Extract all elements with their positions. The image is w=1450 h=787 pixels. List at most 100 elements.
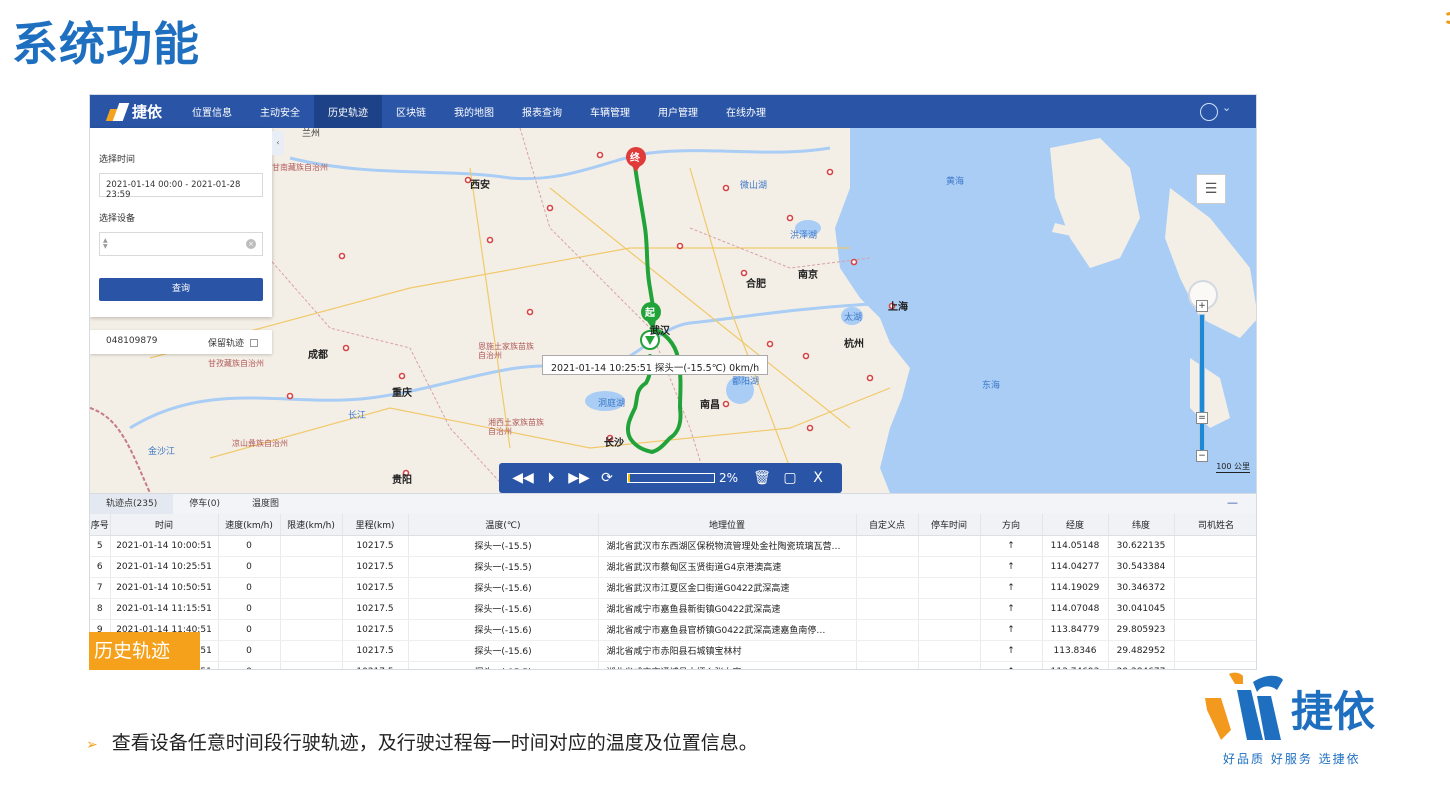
table-row[interactable]: 112021-01-14 12:30:51010217.5探头一(-15.5)湖… [90,661,1256,669]
device-label: 选择设备 [99,214,136,224]
time-range-input[interactable]: 2021-01-14 00:00 - 2021-01-28 23:59 [99,173,263,200]
brand[interactable]: 捷依 [90,95,178,128]
slide: 系统功能 捷依 位置信息 主动安全 历史轨迹 区块链 我的地图 报表查询 车辆管… [0,0,1450,787]
col-mileage[interactable]: 里程(km) [342,514,409,536]
caption-tag: 历史轨迹 [89,632,200,670]
nav-my-map[interactable]: 我的地图 [440,95,508,128]
table-row[interactable]: 102021-01-14 12:05:51010217.5探头一(-15.6)湖… [90,640,1256,662]
table-cell: 2021-01-14 10:00:51 [110,535,219,557]
col-driver-name[interactable]: 司机姓名 [1174,514,1256,536]
play-icon[interactable]: ⏵ [539,468,563,488]
tab-track-points[interactable]: 轨迹点(235) [90,494,174,514]
map-label: 重庆 [392,388,412,399]
table-cell: 0 [218,619,281,641]
table-cell: 10217.5 [342,661,409,669]
nav-report-query[interactable]: 报表查询 [508,95,576,128]
corner-decoration-icon [1444,12,1450,24]
query-button[interactable]: 查询 [99,278,263,301]
col-stop-time[interactable]: 停车时间 [918,514,981,536]
table-cell: 2021-01-14 10:25:51 [110,556,219,578]
tab-parking[interactable]: 停车(0) [173,494,236,514]
table-row[interactable]: 8 2021-01-14 11:15:51 0 10217.5 探头一(-15.6) 湖北… [90,598,1256,620]
logo-slogan: 好品质 好服务 选捷依 [1223,752,1361,766]
map-label: 贵阳 [392,475,412,486]
nav-history-track[interactable]: 历史轨迹 [314,95,383,128]
device-select[interactable]: ▲ ▼ × [99,232,263,256]
map-label: 南昌 [700,400,720,411]
save-icon[interactable]: ▢ [778,468,802,488]
user-avatar-icon[interactable] [1200,101,1231,121]
table-cell: 探头一(-15.5) [408,535,599,557]
playback-progress[interactable] [627,473,715,483]
fast-forward-icon[interactable]: ▶▶ [567,468,591,488]
nav-user-management[interactable]: 用户管理 [644,95,712,128]
keep-track-toggle[interactable]: 保留轨迹 [208,336,258,349]
table-cell [918,619,981,641]
table-cell: 113.8346 [1042,640,1109,662]
col-index[interactable]: 序号 [90,514,111,536]
nav-blockchain[interactable]: 区块链 [382,95,440,128]
brand-name: 捷依 [132,103,163,121]
bullet-point: ➢ 查看设备任意时间段行驶轨迹，及行驶过程每一时间对应的温度及位置信息。 [86,728,758,755]
table-cell: 湖北省武汉市蔡甸区玉贤街道G4京港澳高速 [598,556,857,578]
table-cell: 湖北省咸宁市通城县大坪乡张上高 [598,661,857,669]
table-row[interactable]: 7 2021-01-14 10:50:51 0 10217.5 探头一(-15.6) 湖北… [90,577,1256,599]
table-row[interactable]: 5 2021-01-14 10:00:51 0 10217.5 探头一(-15.5) 湖北… [90,535,1256,557]
table-cell: 5 [90,535,111,557]
playback-bar: ◀◀ ⏵ ▶▶ ⟳ 2% 🗑 ▢ X [499,463,842,493]
table-cell: 探头一(-15.5) [408,556,599,578]
nav-vehicle-management[interactable]: 车辆管理 [576,95,644,128]
map-label: 凉山彝族自治州 [232,439,288,448]
delete-icon[interactable]: 🗑 [750,468,774,488]
minimize-icon[interactable]: — [1227,496,1238,509]
table-row[interactable]: 9 2021-01-14 11:40:51 0 10217.5 探头一(-15.6) 湖北… [90,619,1256,641]
map-label: 东海 [982,381,1001,391]
layer-list-button[interactable]: ☰ [1196,174,1226,204]
keep-track-checkbox[interactable] [250,339,258,347]
col-direction[interactable]: 方向 [980,514,1043,536]
highway-line [469,167,511,449]
col-speed-limit[interactable]: 限速(km/h) [280,514,343,536]
rewind-icon[interactable]: ◀◀ [511,468,535,488]
tab-temperature-chart[interactable]: 温度图 [236,494,295,514]
col-latitude[interactable]: 纬度 [1108,514,1175,536]
col-custom-point[interactable]: 自定义点 [856,514,919,536]
col-temperature[interactable]: 温度(℃) [408,514,599,536]
map-label: 恩施土家族苗族自治州 [478,342,534,360]
col-time[interactable]: 时间 [110,514,219,536]
clear-icon[interactable]: × [246,239,256,249]
nav-location-info[interactable]: 位置信息 [178,95,246,128]
col-speed[interactable]: 速度(km/h) [218,514,281,536]
zoom-out-button[interactable]: − [1196,450,1208,462]
map-label: 杭州 [844,339,864,350]
map-label: 南京 [798,270,818,281]
col-longitude[interactable]: 经度 [1042,514,1109,536]
table-cell: 10217.5 [342,640,409,662]
zoom-slider[interactable] [1199,314,1205,462]
nav-online-service[interactable]: 在线办理 [712,95,780,128]
export-excel-icon[interactable]: X [806,468,830,488]
table-cell [1174,556,1256,578]
logo-name: 捷依 [1291,687,1376,736]
end-marker-label: 终 [630,153,640,164]
map-label: 甘孜藏族自治州 [208,359,264,368]
table-cell: 10217.5 [342,598,409,620]
collapse-panel-button[interactable]: ‹ [272,131,284,155]
replay-icon[interactable]: ⟳ [595,468,619,488]
table-cell: 29.284677 [1108,661,1175,669]
device-row[interactable]: 048109879 保留轨迹 [90,330,272,354]
zoom-in-button[interactable]: + [1196,300,1208,312]
zoom-handle[interactable]: = [1196,412,1208,424]
table-cell: 0 [218,661,281,669]
device-id: 048109879 [106,336,158,346]
map-label: 武汉 [650,326,670,337]
nav-active-safety[interactable]: 主动安全 [246,95,314,128]
table-cell: 湖北省武汉市东西湖区保税物流管理处金社陶瓷琉璃瓦营… [598,535,857,557]
map-label: 长沙 [604,438,624,449]
table-cell [918,598,981,620]
col-location[interactable]: 地理位置 [598,514,857,536]
map-label: 金沙江 [148,447,176,457]
map-label: 甘南藏族自治州 [272,163,328,172]
table-row[interactable]: 6 2021-01-14 10:25:51 0 10217.5 探头一(-15.5) 湖北… [90,556,1256,578]
map-scale: 100 公里 [1216,462,1250,473]
